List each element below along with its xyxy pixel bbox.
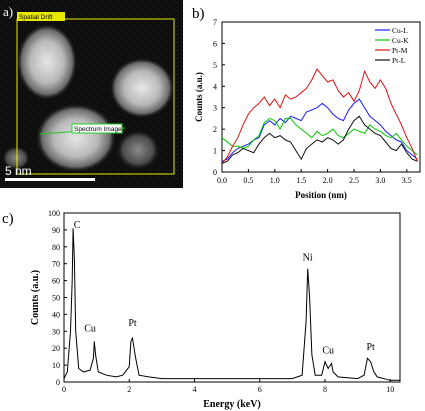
spectrum-image-label: Spectrum Image (74, 126, 122, 133)
x-axis-label: Position (nm) (295, 190, 347, 200)
y-tick-label: 4 (213, 82, 217, 91)
panel-c-label: c) (2, 211, 14, 227)
y-tick-label: 20 (52, 344, 60, 353)
y-tick-label: 1 (213, 147, 217, 156)
particle (17, 24, 77, 100)
y-tick-label: 100 (48, 209, 60, 218)
series-line-pt-m (221, 68, 418, 164)
x-tick-label: 2.5 (349, 176, 359, 185)
peak-label: Cu (322, 345, 334, 356)
series-line-cu-k (221, 117, 418, 156)
spatial-drift-label: Spatial Drift (19, 14, 53, 21)
y-tick-label: 60 (52, 277, 60, 286)
y-tick-label: 10 (52, 361, 60, 370)
y-tick-label: 40 (52, 310, 60, 319)
panel-b-label: b) (192, 6, 205, 22)
legend-label: Pt-M (392, 46, 408, 55)
peak-label: Pt (128, 318, 137, 329)
x-tick-label: 1.5 (296, 176, 306, 185)
peak-label: Cu (84, 323, 96, 334)
stem-image: Spatial Drift Spectrum Image 5 nm a) (0, 0, 183, 188)
x-tick-label: 8 (323, 385, 327, 394)
peak-label: C (74, 220, 81, 231)
spectrum-line (63, 228, 400, 381)
x-tick-label: 0.0 (217, 176, 227, 185)
y-tick-label: 7 (213, 18, 217, 27)
plot-frame (221, 21, 421, 173)
y-tick-label: 2 (213, 125, 217, 134)
y-axis-label: Counts (a.u.) (30, 270, 41, 325)
particle (36, 104, 116, 172)
edx-spectrum-chart: c) 0 10 20 30 40 50 60 70 80 90 100 0 2 4 6 8 10 C Cu Pt Ni Cu… (2, 209, 401, 410)
scale-bar-label: 5 nm (5, 164, 32, 178)
stem-image-graphic: Spatial Drift Spectrum Image 5 nm a) (0, 0, 183, 188)
y-tick-label: 70 (52, 260, 60, 269)
x-tick-label: 2 (127, 385, 131, 394)
x-axis-label: Energy (keV) (203, 399, 261, 410)
x-tick-label: 0 (62, 385, 66, 394)
plot-frame (63, 212, 401, 383)
x-tick-label: 4 (192, 385, 196, 394)
y-tick-label: 90 (52, 226, 60, 235)
legend-label: Cu-K (392, 36, 409, 45)
line-profile-chart: b)012345670.0 0.5 1.0 1.5 2.0 2.5 3.0 3.5Cu-LCu… (192, 6, 421, 200)
legend-label: Pt-L (392, 56, 406, 65)
particle (110, 58, 174, 118)
y-tick-label: 5 (213, 61, 217, 70)
series-line-pt-l (221, 115, 418, 164)
peak-label: Pt (366, 342, 375, 353)
x-tick-label: 0.5 (243, 176, 253, 185)
peak-label: Ni (303, 252, 313, 263)
y-tick-label: 30 (52, 327, 60, 336)
scale-bar (5, 178, 95, 181)
x-tick-label: 6 (258, 385, 262, 394)
y-tick-label: 3 (213, 104, 217, 113)
x-tick-label: 10 (386, 385, 394, 394)
y-tick-label: 50 (52, 294, 60, 303)
x-tick-label: 3.5 (402, 176, 412, 185)
x-tick-label: 1.0 (270, 176, 280, 185)
x-tick-label: 2.0 (323, 176, 333, 185)
y-tick-label: 6 (213, 39, 217, 48)
y-tick-label: 0 (56, 378, 60, 387)
panel-a-label: a) (3, 4, 13, 19)
y-axis-label: Counts (a.u.) (194, 72, 204, 122)
legend-label: Cu-L (392, 26, 408, 35)
particle (116, 130, 160, 170)
y-tick-label: 80 (52, 243, 60, 252)
x-tick-label: 3.0 (375, 176, 385, 185)
